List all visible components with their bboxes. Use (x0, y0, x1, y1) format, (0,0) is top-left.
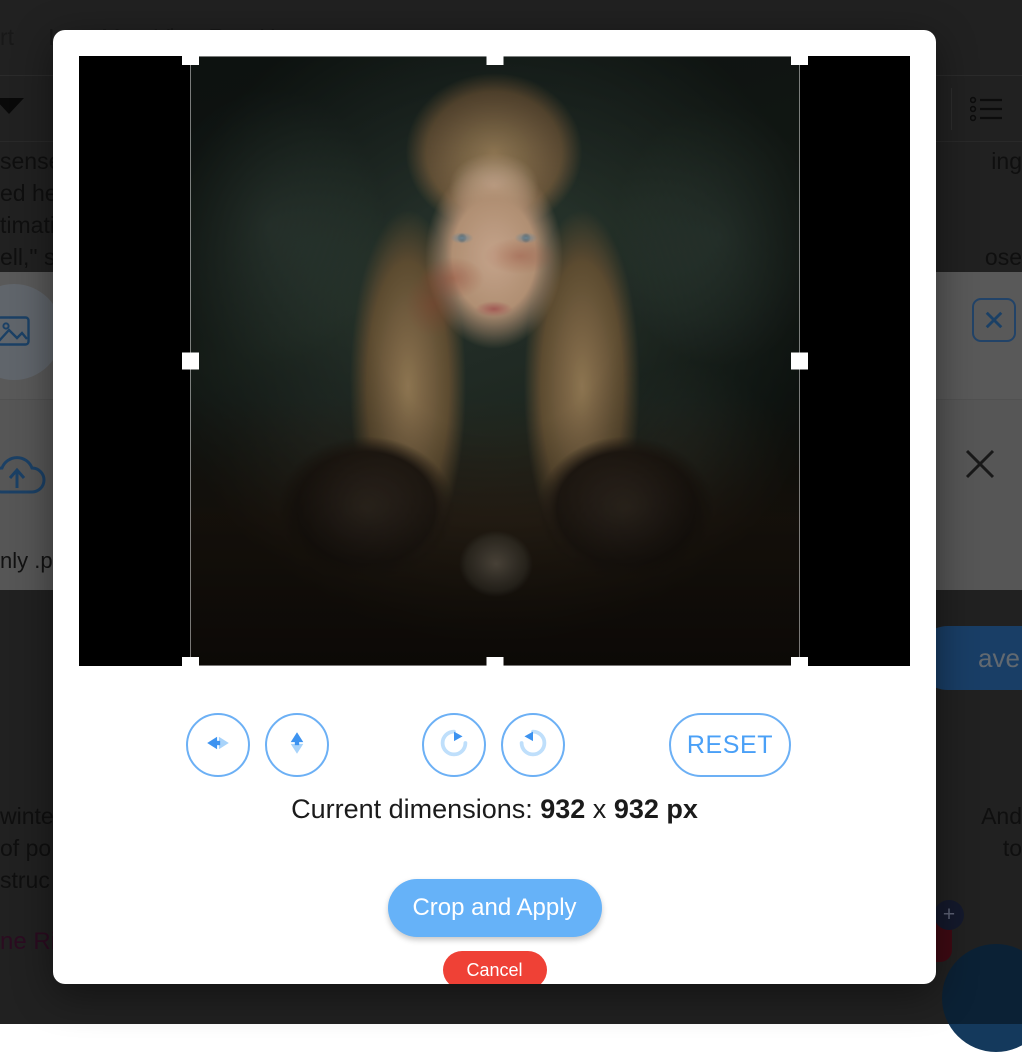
dimensions-separator: x (585, 794, 614, 824)
dismiss-upload-icon[interactable] (960, 444, 1000, 484)
dimensions-height: 932 px (614, 794, 698, 824)
flip-horizontal-button[interactable] (186, 713, 250, 777)
cloud-upload-icon[interactable] (0, 450, 48, 498)
dimensions-prefix: Current dimensions: (291, 794, 540, 824)
lower-paragraph-right: And to (981, 800, 1022, 864)
toolbar-divider-right (951, 88, 952, 130)
paragraph-line: ose (985, 241, 1022, 273)
remove-attachment-button[interactable] (972, 298, 1016, 342)
cancel-button[interactable]: Cancel (443, 951, 547, 984)
current-dimensions-label: Current dimensions: 932 x 932 px (53, 794, 936, 825)
flip-vertical-button[interactable] (265, 713, 329, 777)
dimensions-width: 932 (540, 794, 585, 824)
crop-canvas[interactable] (79, 56, 910, 666)
crop-tool-row: RESET (53, 700, 936, 790)
lower-line: And (981, 800, 1022, 832)
image-placeholder-icon (0, 316, 30, 346)
plus-icon[interactable]: + (934, 900, 964, 930)
flip-horizontal-icon (200, 725, 236, 766)
rotate-clockwise-button[interactable] (422, 713, 486, 777)
photo-vignette (190, 56, 800, 666)
paragraph-line: ing (985, 145, 1022, 177)
rotate-ccw-icon (514, 724, 552, 767)
crop-and-apply-button[interactable]: Crop and Apply (388, 879, 602, 937)
paragraph-spacer (985, 177, 1022, 209)
paragraph-spacer (985, 209, 1022, 241)
bulleted-list-icon[interactable] (970, 96, 1004, 122)
source-image (190, 56, 800, 666)
image-crop-dialog: RESET Current dimensions: 932 x 932 px C… (53, 30, 936, 984)
menu-item-insert-partial[interactable]: rt (0, 24, 14, 51)
lower-line: to (981, 832, 1022, 864)
flip-vertical-icon (279, 725, 315, 766)
paragraph-line-right: ing ose (985, 145, 1022, 273)
rotate-cw-icon (435, 724, 473, 767)
rotate-counterclockwise-button[interactable] (501, 713, 565, 777)
caret-down-icon[interactable] (0, 98, 24, 114)
reset-button[interactable]: RESET (669, 713, 791, 777)
